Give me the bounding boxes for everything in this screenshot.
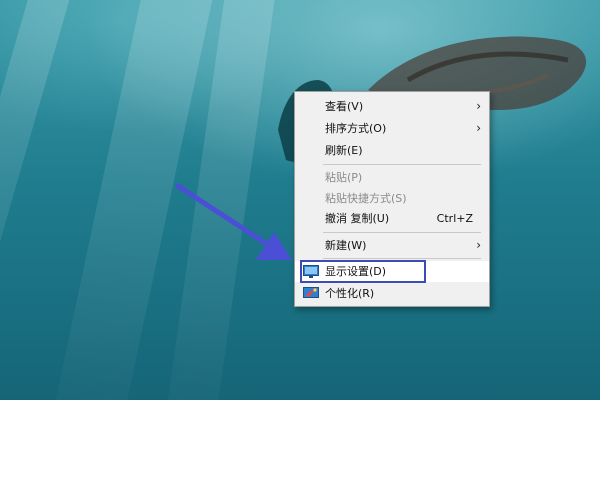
menu-item-label: 刷新(E) (325, 144, 363, 157)
menu-item-sort-by[interactable]: 排序方式(O) › (295, 118, 489, 139)
personalize-icon (303, 287, 319, 298)
menu-separator (323, 258, 481, 259)
chevron-right-icon: › (476, 238, 481, 252)
menu-separator (323, 232, 481, 233)
menu-item-label: 查看(V) (325, 100, 364, 113)
menu-item-label: 个性化(R) (325, 287, 375, 300)
menu-item-label: 粘贴(P) (325, 171, 363, 184)
menu-separator (323, 164, 481, 165)
chevron-right-icon: › (476, 99, 481, 113)
menu-item-shortcut: Ctrl+Z (436, 212, 473, 225)
menu-item-refresh[interactable]: 刷新(E) (295, 140, 489, 161)
chevron-right-icon: › (476, 121, 481, 135)
pointer-arrow-annotation (175, 183, 292, 260)
menu-item-label: 排序方式(O) (325, 122, 387, 135)
menu-item-label: 新建(W) (325, 239, 367, 252)
menu-item-paste-shortcut[interactable]: 粘贴快捷方式(S) (295, 188, 489, 209)
menu-item-new[interactable]: 新建(W) › (295, 235, 489, 256)
menu-item-undo-copy[interactable]: 撤消 复制(U) Ctrl+Z (295, 208, 489, 229)
menu-item-personalize[interactable]: 个性化(R) (295, 283, 489, 304)
menu-item-view[interactable]: 查看(V) › (295, 96, 489, 117)
menu-item-label: 撤消 复制(U) (325, 212, 390, 225)
menu-item-paste[interactable]: 粘贴(P) (295, 167, 489, 188)
menu-item-label: 粘贴快捷方式(S) (325, 192, 407, 205)
highlight-box (300, 260, 426, 283)
